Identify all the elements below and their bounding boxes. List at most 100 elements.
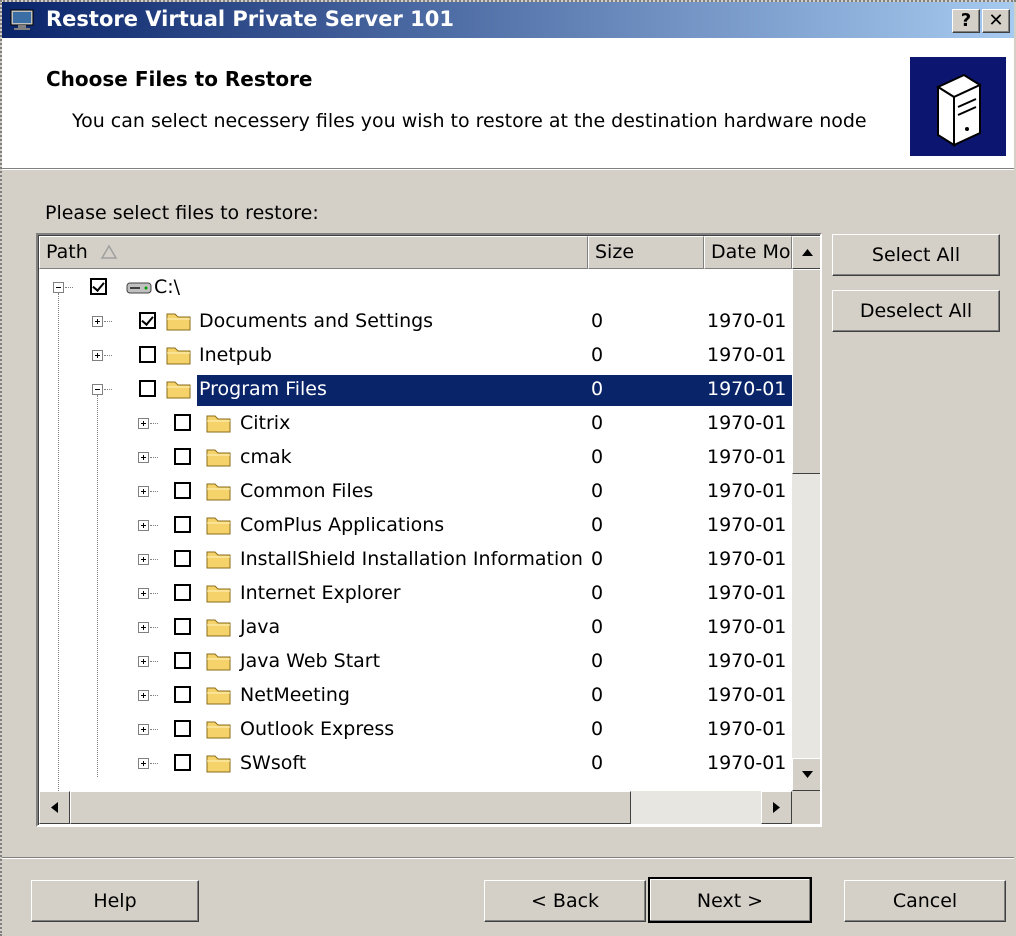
row-checkbox[interactable] [174, 720, 191, 737]
row-checkbox[interactable] [90, 278, 107, 295]
file-tree-list[interactable]: Path Size Date Mo C:\ Documents and Setti… [36, 233, 822, 827]
scroll-down-button[interactable] [792, 758, 820, 791]
row-date: 1970-01 [707, 412, 787, 434]
row-date: 1970-01 [707, 582, 787, 604]
folder-icon [166, 381, 191, 399]
row-checkbox[interactable] [139, 346, 156, 363]
row-path: Common Files [240, 480, 374, 502]
row-checkbox[interactable] [174, 414, 191, 431]
row-checkbox[interactable] [174, 482, 191, 499]
page-subtitle: You can select necessery files you wish … [72, 110, 867, 132]
row-path: Java [240, 616, 281, 638]
select-all-button[interactable]: Select All [832, 234, 1000, 276]
folder-icon [206, 551, 231, 569]
tree-row[interactable]: NetMeeting 0 1970-01 [39, 679, 789, 713]
tree-row[interactable]: Documents and Settings 0 1970-01 [39, 305, 789, 339]
tree-row[interactable]: C:\ [39, 271, 789, 305]
expand-icon[interactable] [138, 520, 149, 531]
expand-icon[interactable] [138, 486, 149, 497]
row-checkbox[interactable] [174, 618, 191, 635]
help-caption-button[interactable]: ? [952, 9, 980, 33]
row-path: SWsoft [240, 752, 307, 774]
tree-row[interactable]: Internet Explorer 0 1970-01 [39, 577, 789, 611]
deselect-all-button[interactable]: Deselect All [832, 290, 1000, 332]
row-size: 0 [591, 582, 604, 604]
vertical-scrollbar[interactable] [792, 236, 820, 791]
tree-row[interactable]: Inetpub 0 1970-01 [39, 339, 789, 373]
row-size: 0 [591, 480, 604, 502]
column-header-size[interactable]: Size [588, 236, 704, 269]
expand-icon[interactable] [138, 656, 149, 667]
expand-icon[interactable] [138, 418, 149, 429]
back-button[interactable]: < Back [484, 880, 646, 922]
folder-icon [206, 415, 231, 433]
tree-row[interactable]: Outlook Express 0 1970-01 [39, 713, 789, 747]
column-header-path[interactable]: Path [39, 236, 588, 269]
expand-icon[interactable] [138, 452, 149, 463]
tree-row[interactable]: Common Files 0 1970-01 [39, 475, 789, 509]
folder-icon [206, 585, 231, 603]
row-size: 0 [591, 650, 604, 672]
title-bar[interactable]: Restore Virtual Private Server 101 ? ✕ [2, 2, 1014, 38]
row-path: Inetpub [199, 344, 272, 366]
row-date: 1970-01 [707, 684, 787, 706]
expand-icon[interactable] [138, 690, 149, 701]
row-size: 0 [591, 310, 604, 332]
expand-icon[interactable] [92, 350, 103, 361]
close-caption-button[interactable]: ✕ [982, 9, 1010, 33]
row-checkbox[interactable] [174, 584, 191, 601]
scroll-up-button[interactable] [792, 236, 820, 269]
scroll-left-button[interactable] [39, 791, 70, 824]
expand-icon[interactable] [138, 758, 149, 769]
collapse-icon[interactable] [53, 282, 64, 293]
row-date: 1970-01 [707, 514, 787, 536]
horizontal-scroll-thumb[interactable] [70, 791, 631, 824]
row-checkbox[interactable] [174, 448, 191, 465]
row-checkbox[interactable] [174, 686, 191, 703]
row-path: InstallShield Installation Information [240, 548, 583, 570]
row-checkbox[interactable] [139, 312, 156, 329]
row-path: NetMeeting [240, 684, 350, 706]
row-path: Documents and Settings [199, 310, 434, 332]
row-size: 0 [591, 378, 604, 400]
tree-connector [150, 559, 158, 560]
row-checkbox[interactable] [174, 550, 191, 567]
collapse-icon[interactable] [92, 384, 103, 395]
expand-icon[interactable] [138, 554, 149, 565]
row-checkbox[interactable] [174, 516, 191, 533]
next-button[interactable]: Next > [648, 877, 812, 923]
horizontal-scrollbar[interactable] [39, 791, 792, 824]
cancel-button[interactable]: Cancel [844, 880, 1006, 922]
row-checkbox[interactable] [139, 380, 156, 397]
tree-row[interactable]: Citrix 0 1970-01 [39, 407, 789, 441]
expand-icon[interactable] [138, 724, 149, 735]
expand-icon[interactable] [92, 316, 103, 327]
column-header-date[interactable]: Date Mo [704, 236, 792, 269]
scroll-right-button[interactable] [761, 791, 792, 824]
row-date: 1970-01 [707, 310, 787, 332]
wizard-header [2, 38, 1014, 169]
row-checkbox[interactable] [174, 754, 191, 771]
tree-connector [150, 457, 158, 458]
row-size: 0 [591, 616, 604, 638]
help-button[interactable]: Help [31, 880, 199, 922]
tree-connector [150, 593, 158, 594]
row-path: Citrix [240, 412, 291, 434]
expand-icon[interactable] [138, 622, 149, 633]
folder-icon [206, 619, 231, 637]
tree-connector [104, 355, 112, 356]
tree-row[interactable]: cmak 0 1970-01 [39, 441, 789, 475]
row-path: Java Web Start [240, 650, 381, 672]
drive-icon [126, 282, 152, 294]
row-checkbox[interactable] [174, 652, 191, 669]
vertical-scroll-thumb[interactable] [792, 269, 820, 474]
tree-row[interactable]: Java Web Start 0 1970-01 [39, 645, 789, 679]
row-size: 0 [591, 718, 604, 740]
row-size: 0 [591, 446, 604, 468]
expand-icon[interactable] [138, 588, 149, 599]
tree-row[interactable]: SWsoft 0 1970-01 [39, 747, 789, 781]
tree-row[interactable]: Java 0 1970-01 [39, 611, 789, 645]
tree-row[interactable]: InstallShield Installation Information 0 1… [39, 543, 789, 577]
tree-row[interactable]: ComPlus Applications 0 1970-01 [39, 509, 789, 543]
tree-row[interactable]: Program Files 0 1970-01 [39, 373, 820, 407]
